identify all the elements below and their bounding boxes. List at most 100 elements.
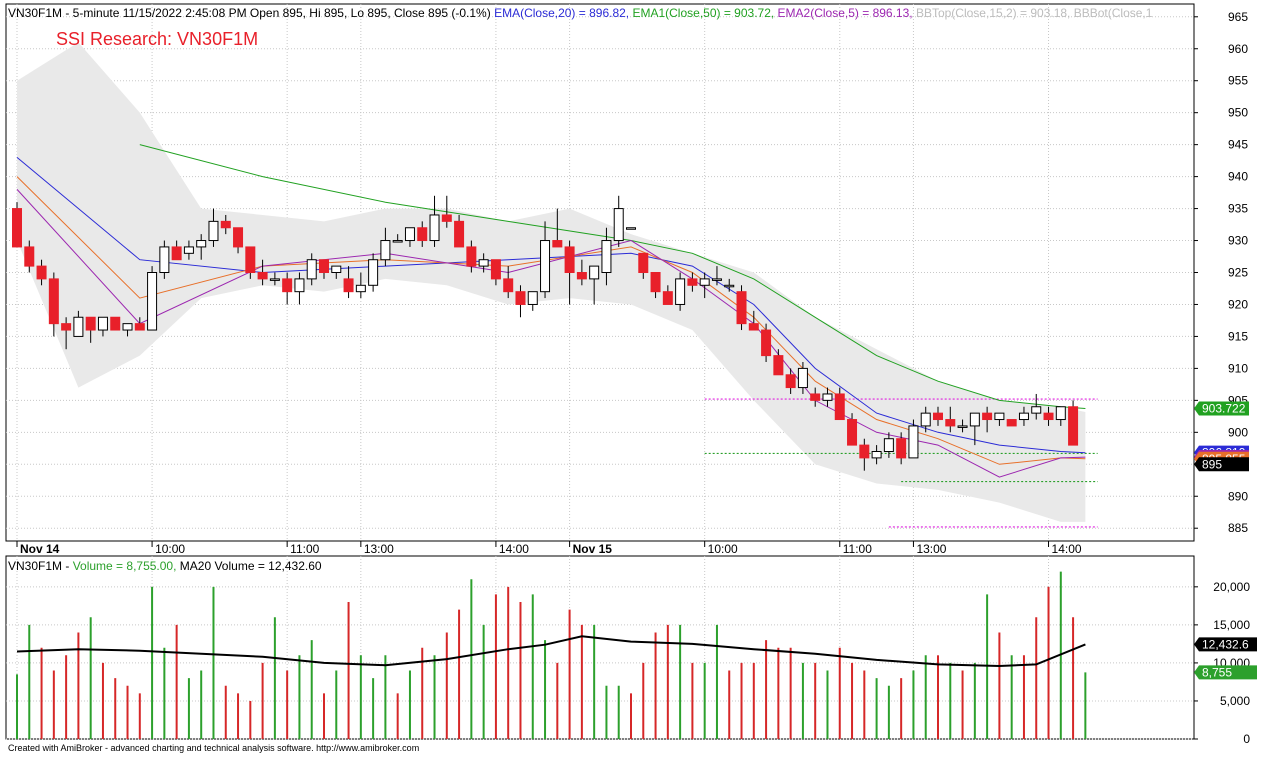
chart-root: 8858908959009059109159209259309359409459… [0, 0, 1262, 757]
candle-body [896, 438, 907, 459]
candle-body [220, 220, 231, 229]
candle-body [687, 278, 698, 286]
candle-body [159, 246, 170, 274]
candle-body [859, 444, 870, 459]
candle-body [110, 316, 121, 331]
candle-body [761, 329, 772, 357]
candle-body [61, 323, 72, 331]
header-bbtop: BBTop(Close,15,2) = 903.18, [916, 6, 1074, 20]
candle-body [724, 284, 735, 288]
price-tick-label: 950 [1228, 106, 1248, 120]
price-header: VN30F1M - 5-minute 11/15/2022 2:45:08 PM… [8, 6, 1153, 20]
candle-body [576, 272, 587, 280]
candle-body [134, 323, 145, 331]
footer-credit: Created with AmiBroker - advanced charti… [8, 743, 419, 753]
candle-body [945, 419, 956, 427]
candle-body [331, 265, 342, 274]
candle-body [12, 208, 22, 248]
price-value-tag: 903.722 [1194, 401, 1249, 416]
header-ema50: EMA1(Close,50) = 903.72, [632, 6, 777, 20]
candle-body [73, 316, 84, 337]
candle-body [196, 240, 207, 248]
time-tick-label: 13:00 [916, 542, 946, 556]
candle-body [822, 393, 833, 401]
price-tick-label: 940 [1228, 170, 1248, 184]
candle-body [85, 316, 96, 331]
candle-body [208, 220, 219, 242]
candle-body [662, 291, 673, 305]
candle-body [626, 227, 636, 230]
candle-body [306, 259, 317, 280]
candle-body [810, 393, 821, 401]
volume-value-tag-label: 8,755 [1202, 665, 1232, 679]
time-tick-label: 11:00 [843, 542, 872, 556]
candle-body [933, 412, 943, 421]
candle-body [380, 240, 391, 261]
price-tick-label: 960 [1228, 42, 1248, 56]
candle-body [183, 246, 194, 254]
candle-body [319, 259, 329, 274]
candle-body [1068, 406, 1079, 446]
candle-body [48, 278, 59, 325]
time-tick-label: 11:00 [290, 542, 319, 556]
price-value-tag-label: 903.722 [1202, 402, 1246, 416]
volume-tick-label: 20,000 [1213, 580, 1250, 594]
candle-body [392, 240, 403, 243]
candle-body [257, 272, 268, 280]
price-tick-label: 955 [1228, 74, 1248, 88]
candle-body [613, 208, 624, 242]
price-tick-label: 945 [1228, 138, 1248, 152]
candle-body [417, 227, 428, 242]
candle-body [711, 278, 722, 281]
candle-body [343, 278, 354, 293]
price-tick-label: 925 [1228, 266, 1248, 280]
price-tick-label: 915 [1228, 329, 1248, 343]
candle-body [429, 214, 440, 242]
candle-body [957, 425, 968, 428]
price-tick-label: 965 [1228, 10, 1248, 24]
candle-body [871, 451, 882, 459]
candle-body [601, 240, 612, 274]
candle-body [1031, 406, 1042, 414]
candle-body [466, 246, 477, 267]
time-tick-label: 10:00 [155, 542, 185, 556]
candle-body [908, 425, 919, 459]
volume-header: VN30F1M - Volume = 8,755.00, MA20 Volume… [8, 559, 322, 573]
candle-body [773, 355, 784, 376]
candle-body [834, 393, 845, 421]
candle-body [638, 252, 649, 273]
candle-body [797, 367, 808, 389]
candle-body [404, 227, 415, 242]
candle-body [982, 412, 993, 421]
time-tick-label: 14:00 [499, 542, 529, 556]
candle-body [527, 291, 538, 305]
candle-body [147, 272, 158, 331]
volume-header-volume: Volume = 8,755.00, [73, 559, 180, 573]
candle-body [454, 220, 465, 248]
header-ema20: EMA(Close,20) = 896.82, [494, 6, 632, 20]
header-bbbot: BBBot(Close,1 [1074, 6, 1153, 20]
candle-body [368, 259, 379, 286]
time-tick-label: 14:00 [1052, 542, 1082, 556]
candle-body [883, 438, 894, 453]
candle-body [785, 374, 796, 389]
volume-tick-label: 15,000 [1213, 618, 1250, 632]
candle-body [515, 291, 526, 305]
candle-body [736, 291, 747, 325]
time-tick-label: Nov 14 [20, 542, 60, 556]
candle-body [36, 265, 47, 280]
volume-tick-label: 5,000 [1220, 694, 1250, 708]
candle-body [478, 259, 489, 267]
candle-body [540, 240, 551, 293]
candle-body [97, 316, 108, 331]
candle-body [994, 412, 1005, 421]
candle-body [245, 246, 256, 274]
candle-body [24, 246, 35, 267]
watermark-title: SSI Research: VN30F1M [56, 29, 258, 49]
volume-header-symbol: VN30F1M - [8, 559, 73, 573]
volume-panel-frame [5, 555, 1195, 740]
candle-body [564, 246, 575, 274]
price-value-tag-label: 895 [1202, 457, 1222, 471]
price-tick-label: 920 [1228, 297, 1248, 311]
price-tick-label: 935 [1228, 202, 1248, 216]
